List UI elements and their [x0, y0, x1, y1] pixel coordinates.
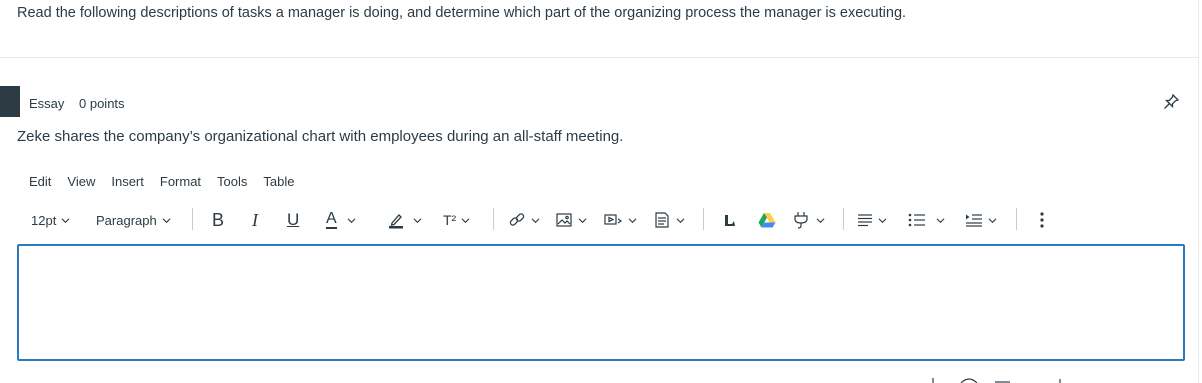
menu-tools[interactable]: Tools — [217, 174, 247, 189]
chevron-down-icon — [162, 217, 171, 223]
question-text: Zeke shares the company’s organizational… — [17, 128, 624, 145]
section-divider — [0, 57, 1198, 58]
google-drive-button[interactable] — [758, 207, 776, 233]
essay-answer-editor[interactable] — [17, 244, 1185, 361]
chevron-down-icon — [936, 217, 945, 223]
chevron-down-icon — [988, 217, 997, 223]
editor-toolbar: 12pt Paragraph B I U A T² — [30, 207, 1090, 233]
plugin-button[interactable] — [791, 207, 825, 233]
indent-icon — [966, 214, 982, 227]
link-button[interactable] — [508, 207, 540, 233]
chevron-down-icon — [628, 217, 637, 223]
highlight-icon — [389, 214, 403, 229]
indent-button[interactable] — [965, 207, 997, 233]
menu-edit[interactable]: Edit — [29, 174, 51, 189]
google-drive-icon — [758, 213, 776, 228]
toolbar-separator — [703, 208, 704, 230]
chevron-down-icon — [347, 217, 356, 223]
superscript-label: T² — [443, 212, 457, 228]
text-color-label: A — [326, 210, 337, 229]
menu-insert[interactable]: Insert — [111, 174, 144, 189]
align-button[interactable] — [857, 207, 887, 233]
instructions-text: Read the following descriptions of tasks… — [17, 5, 907, 21]
menu-format[interactable]: Format — [160, 174, 201, 189]
question-number-tab — [0, 86, 20, 117]
document-button[interactable] — [653, 207, 685, 233]
plug-icon — [794, 212, 808, 229]
bold-label: B — [212, 209, 225, 230]
chevron-down-icon — [578, 217, 587, 223]
question-points: 0 points — [79, 96, 125, 111]
apps-button[interactable] — [722, 207, 738, 233]
align-icon — [858, 214, 872, 227]
toolbar-separator — [1016, 208, 1017, 230]
block-format-value: Paragraph — [96, 212, 157, 228]
statusbar-fragment — [932, 378, 1061, 383]
question-type: Essay — [29, 96, 65, 111]
superscript-button[interactable]: T² — [443, 207, 470, 233]
font-size-select[interactable]: 12pt — [31, 207, 70, 233]
chevron-down-icon — [878, 217, 887, 223]
block-format-select[interactable]: Paragraph — [96, 207, 171, 233]
apps-icon — [725, 215, 735, 226]
editor-menubar: Edit View Insert Format Tools Table — [29, 174, 310, 189]
chevron-down-icon — [816, 217, 825, 223]
toolbar-separator — [493, 208, 494, 230]
text-color-button[interactable]: A — [326, 207, 356, 233]
italic-button[interactable]: I — [252, 207, 258, 233]
media-icon — [604, 214, 623, 225]
toolbar-separator — [843, 208, 844, 230]
bullet-list-button[interactable] — [908, 207, 945, 233]
pin-icon[interactable] — [1162, 93, 1180, 111]
bullet-list-icon — [908, 213, 925, 227]
italic-label: I — [252, 209, 258, 230]
bold-button[interactable]: B — [212, 207, 224, 233]
chevron-down-icon — [61, 217, 70, 223]
highlight-color-button[interactable] — [387, 207, 422, 233]
menu-table[interactable]: Table — [263, 174, 294, 189]
media-button[interactable] — [603, 207, 637, 233]
chevron-down-icon — [413, 217, 422, 223]
toolbar-separator — [192, 208, 193, 230]
document-icon — [655, 212, 669, 228]
chevron-down-icon — [461, 217, 470, 223]
page-edge — [1198, 0, 1199, 383]
more-button[interactable] — [1038, 207, 1046, 233]
menu-view[interactable]: View — [67, 174, 95, 189]
chevron-down-icon — [676, 217, 685, 223]
image-icon — [556, 213, 572, 227]
image-button[interactable] — [555, 207, 587, 233]
link-icon — [509, 213, 525, 226]
underline-label: U — [287, 210, 300, 229]
font-size-value: 12pt — [31, 212, 57, 228]
chevron-down-icon — [531, 217, 540, 223]
more-icon — [1040, 212, 1044, 228]
underline-button[interactable]: U — [287, 207, 299, 233]
